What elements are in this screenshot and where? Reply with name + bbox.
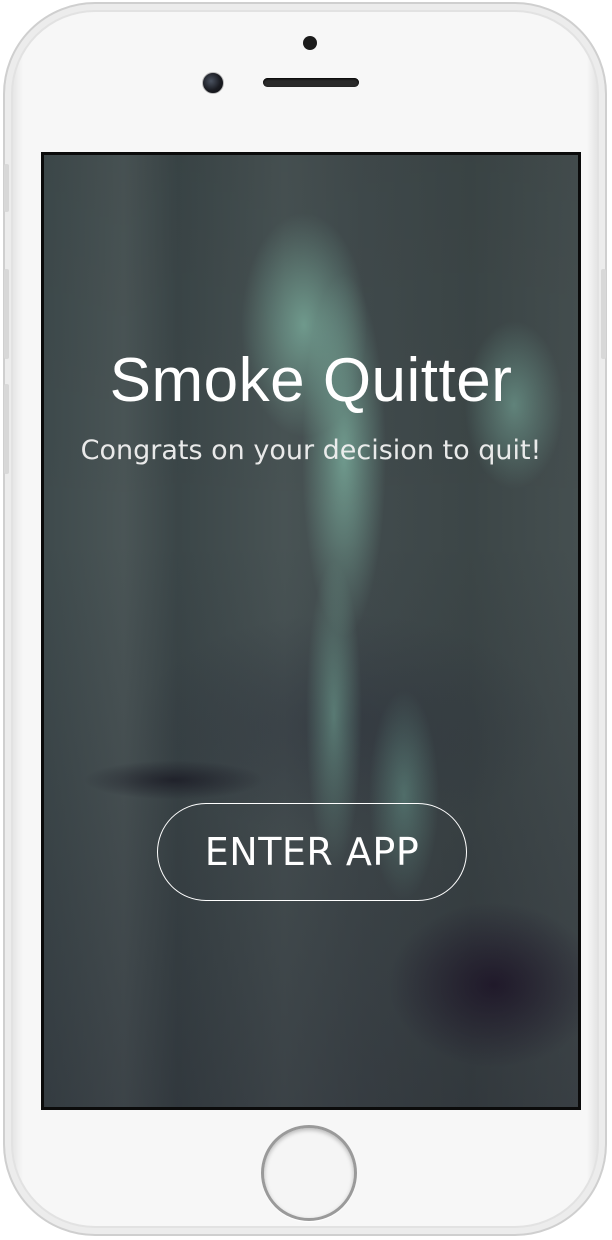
front-camera-icon [303,36,317,50]
smoke-background-image [44,155,578,1107]
app-subtitle: Congrats on your decision to quit! [80,435,542,466]
mute-switch [4,164,9,212]
sensor-icon [202,72,224,94]
phone-device-frame: Smoke Quitter Congrats on your decision … [3,2,607,1236]
volume-down-button [4,384,9,474]
enter-app-button[interactable]: ENTER APP [157,803,467,901]
app-screen: Smoke Quitter Congrats on your decision … [41,152,581,1110]
speaker-grille-icon [263,78,359,87]
app-title: Smoke Quitter [109,346,513,415]
home-button-icon[interactable] [261,1125,357,1221]
power-button [601,269,606,359]
volume-up-button [4,269,9,359]
